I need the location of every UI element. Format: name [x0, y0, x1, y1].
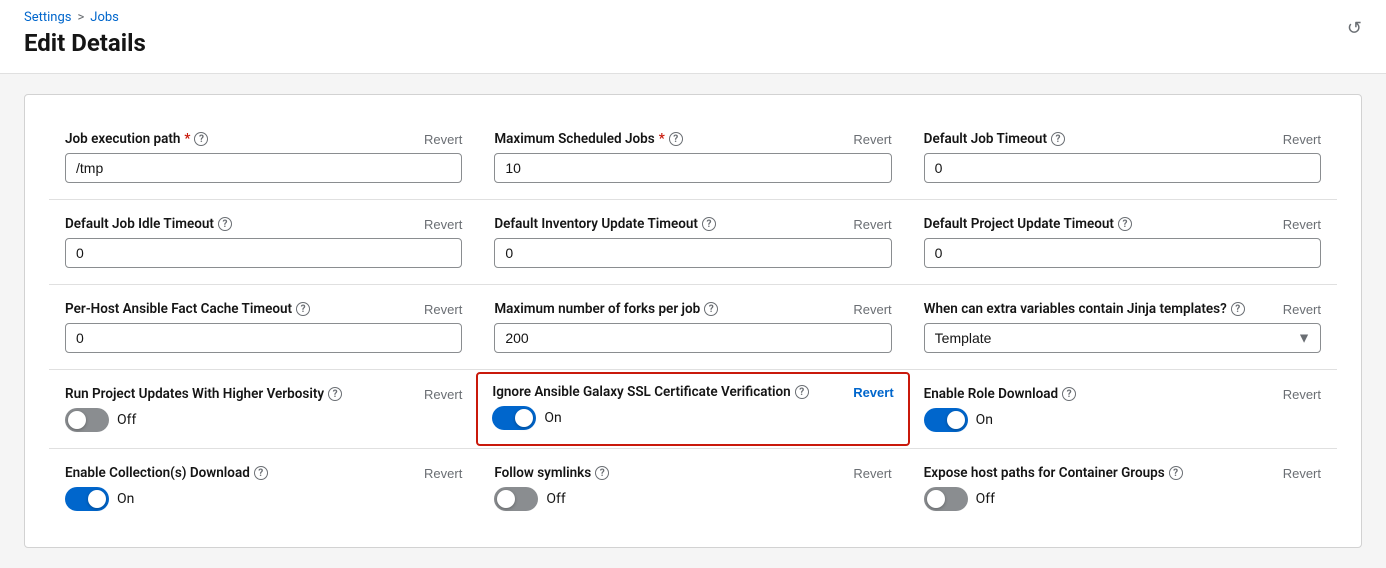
help-icon-enable-role-download[interactable]: ?	[1062, 387, 1076, 401]
revert-default-job-timeout[interactable]: Revert	[1283, 132, 1321, 147]
field-label-maximum-number-of-forks-per-job: Maximum number of forks per job	[494, 301, 700, 317]
revert-ignore-ansible-galaxy-ssl[interactable]: Revert	[853, 385, 893, 400]
field-when-can-extra-variables: When can extra variables contain Jinja t…	[908, 289, 1337, 365]
required-star-job-execution-path: *	[184, 131, 190, 147]
revert-maximum-scheduled-jobs[interactable]: Revert	[853, 132, 891, 147]
field-label-expose-host-paths-for-container-groups: Expose host paths for Container Groups	[924, 465, 1165, 481]
help-icon-maximum-number-of-forks-per-job[interactable]: ?	[704, 302, 718, 316]
toggle-row-enable-role-download: On	[924, 408, 1321, 432]
toggle-ignore-ansible-galaxy-ssl[interactable]	[492, 406, 536, 430]
input-maximum-number-of-forks-per-job[interactable]	[494, 323, 891, 353]
field-label-maximum-scheduled-jobs: Maximum Scheduled Jobs	[494, 131, 654, 147]
revert-default-inventory-update-timeout[interactable]: Revert	[853, 217, 891, 232]
help-icon-default-job-idle-timeout[interactable]: ?	[218, 217, 232, 231]
breadcrumb-jobs-link[interactable]: Jobs	[90, 10, 119, 25]
select-wrapper-when-can-extra-variables: Template Always Never ▼	[924, 323, 1321, 353]
input-default-job-timeout[interactable]	[924, 153, 1321, 183]
revert-enable-collections-download[interactable]: Revert	[424, 466, 462, 481]
field-label-default-job-idle-timeout: Default Job Idle Timeout	[65, 216, 214, 232]
revert-job-execution-path[interactable]: Revert	[424, 132, 462, 147]
toggle-enable-role-download[interactable]	[924, 408, 968, 432]
history-button[interactable]: ↺	[1347, 18, 1362, 39]
field-per-host-ansible-fact-cache-timeout: Per-Host Ansible Fact Cache Timeout ? Re…	[49, 289, 478, 365]
toggle-row-enable-collections-download: On	[65, 487, 462, 511]
input-default-inventory-update-timeout[interactable]	[494, 238, 891, 268]
field-label-when-can-extra-variables: When can extra variables contain Jinja t…	[924, 301, 1227, 317]
toggle-label-follow-symlinks: Off	[546, 491, 565, 507]
toggle-row-ignore-ansible-galaxy-ssl: On	[492, 406, 893, 430]
required-star-maximum-scheduled-jobs: *	[659, 131, 665, 147]
toggle-row-expose-host-paths-for-container-groups: Off	[924, 487, 1321, 511]
history-icon: ↺	[1347, 18, 1362, 38]
field-maximum-number-of-forks-per-job: Maximum number of forks per job ? Revert	[478, 289, 907, 365]
revert-follow-symlinks[interactable]: Revert	[853, 466, 891, 481]
revert-per-host-ansible-fact-cache-timeout[interactable]: Revert	[424, 302, 462, 317]
field-default-project-update-timeout: Default Project Update Timeout ? Revert	[908, 204, 1337, 280]
field-label-enable-collections-download: Enable Collection(s) Download	[65, 465, 250, 481]
breadcrumb: Settings > Jobs	[24, 10, 1362, 25]
field-maximum-scheduled-jobs: Maximum Scheduled Jobs * ? Revert	[478, 119, 907, 195]
toggle-label-expose-host-paths-for-container-groups: Off	[976, 491, 995, 507]
form-panel: Job execution path * ? Revert Maximum Sc…	[24, 94, 1362, 548]
field-job-execution-path: Job execution path * ? Revert	[49, 119, 478, 195]
field-ignore-ansible-galaxy-ssl: Ignore Ansible Galaxy SSL Certificate Ve…	[476, 372, 909, 446]
toggle-label-enable-collections-download: On	[117, 491, 134, 507]
help-icon-maximum-scheduled-jobs[interactable]: ?	[669, 132, 683, 146]
field-default-job-idle-timeout: Default Job Idle Timeout ? Revert	[49, 204, 478, 280]
field-label-default-inventory-update-timeout: Default Inventory Update Timeout	[494, 216, 698, 232]
revert-when-can-extra-variables[interactable]: Revert	[1283, 302, 1321, 317]
toggle-run-project-updates[interactable]	[65, 408, 109, 432]
help-icon-default-job-timeout[interactable]: ?	[1051, 132, 1065, 146]
revert-enable-role-download[interactable]: Revert	[1283, 387, 1321, 402]
field-label-per-host-ansible-fact-cache-timeout: Per-Host Ansible Fact Cache Timeout	[65, 301, 292, 317]
input-job-execution-path[interactable]	[65, 153, 462, 183]
toggle-label-enable-role-download: On	[976, 412, 993, 428]
field-label-ignore-ansible-galaxy-ssl: Ignore Ansible Galaxy SSL Certificate Ve…	[492, 384, 790, 400]
revert-run-project-updates-with-higher-verbosity[interactable]: Revert	[424, 387, 462, 402]
field-label-enable-role-download: Enable Role Download	[924, 386, 1058, 402]
input-maximum-scheduled-jobs[interactable]	[494, 153, 891, 183]
help-icon-ignore-ansible-galaxy-ssl[interactable]: ?	[795, 385, 809, 399]
field-label-default-project-update-timeout: Default Project Update Timeout	[924, 216, 1114, 232]
toggle-row-run-project-updates: Off	[65, 408, 462, 432]
select-when-can-extra-variables[interactable]: Template Always Never	[924, 323, 1321, 353]
field-default-job-timeout: Default Job Timeout ? Revert	[908, 119, 1337, 195]
field-enable-collections-download: Enable Collection(s) Download ? Revert O…	[49, 453, 478, 523]
help-icon-follow-symlinks[interactable]: ?	[595, 466, 609, 480]
help-icon-per-host-ansible-fact-cache-timeout[interactable]: ?	[296, 302, 310, 316]
page-title: Edit Details	[24, 29, 1362, 57]
field-default-inventory-update-timeout: Default Inventory Update Timeout ? Rever…	[478, 204, 907, 280]
field-follow-symlinks: Follow symlinks ? Revert Off	[478, 453, 907, 523]
breadcrumb-settings-link[interactable]: Settings	[24, 10, 71, 25]
toggle-enable-collections-download[interactable]	[65, 487, 109, 511]
breadcrumb-separator: >	[77, 10, 84, 25]
help-icon-run-project-updates-with-higher-verbosity[interactable]: ?	[328, 387, 342, 401]
help-icon-default-inventory-update-timeout[interactable]: ?	[702, 217, 716, 231]
field-run-project-updates-with-higher-verbosity: Run Project Updates With Higher Verbosit…	[49, 374, 478, 444]
help-icon-when-can-extra-variables[interactable]: ?	[1231, 302, 1245, 316]
field-enable-role-download: Enable Role Download ? Revert On	[908, 374, 1337, 444]
revert-maximum-number-of-forks-per-job[interactable]: Revert	[853, 302, 891, 317]
revert-expose-host-paths-for-container-groups[interactable]: Revert	[1283, 466, 1321, 481]
help-icon-enable-collections-download[interactable]: ?	[254, 466, 268, 480]
revert-default-project-update-timeout[interactable]: Revert	[1283, 217, 1321, 232]
field-label-default-job-timeout: Default Job Timeout	[924, 131, 1047, 147]
toggle-follow-symlinks[interactable]	[494, 487, 538, 511]
help-icon-expose-host-paths-for-container-groups[interactable]: ?	[1169, 466, 1183, 480]
field-label-follow-symlinks: Follow symlinks	[494, 465, 591, 481]
revert-default-job-idle-timeout[interactable]: Revert	[424, 217, 462, 232]
help-icon-job-execution-path[interactable]: ?	[194, 132, 208, 146]
input-default-project-update-timeout[interactable]	[924, 238, 1321, 268]
toggle-label-run-project-updates: Off	[117, 412, 136, 428]
toggle-row-follow-symlinks: Off	[494, 487, 891, 511]
field-expose-host-paths-for-container-groups: Expose host paths for Container Groups ?…	[908, 453, 1337, 523]
field-label-job-execution-path: Job execution path	[65, 131, 180, 147]
input-default-job-idle-timeout[interactable]	[65, 238, 462, 268]
input-per-host-ansible-fact-cache-timeout[interactable]	[65, 323, 462, 353]
toggle-expose-host-paths-for-container-groups[interactable]	[924, 487, 968, 511]
toggle-label-ignore-ansible-galaxy-ssl: On	[544, 410, 561, 426]
field-label-run-project-updates-with-higher-verbosity: Run Project Updates With Higher Verbosit…	[65, 386, 324, 402]
help-icon-default-project-update-timeout[interactable]: ?	[1118, 217, 1132, 231]
